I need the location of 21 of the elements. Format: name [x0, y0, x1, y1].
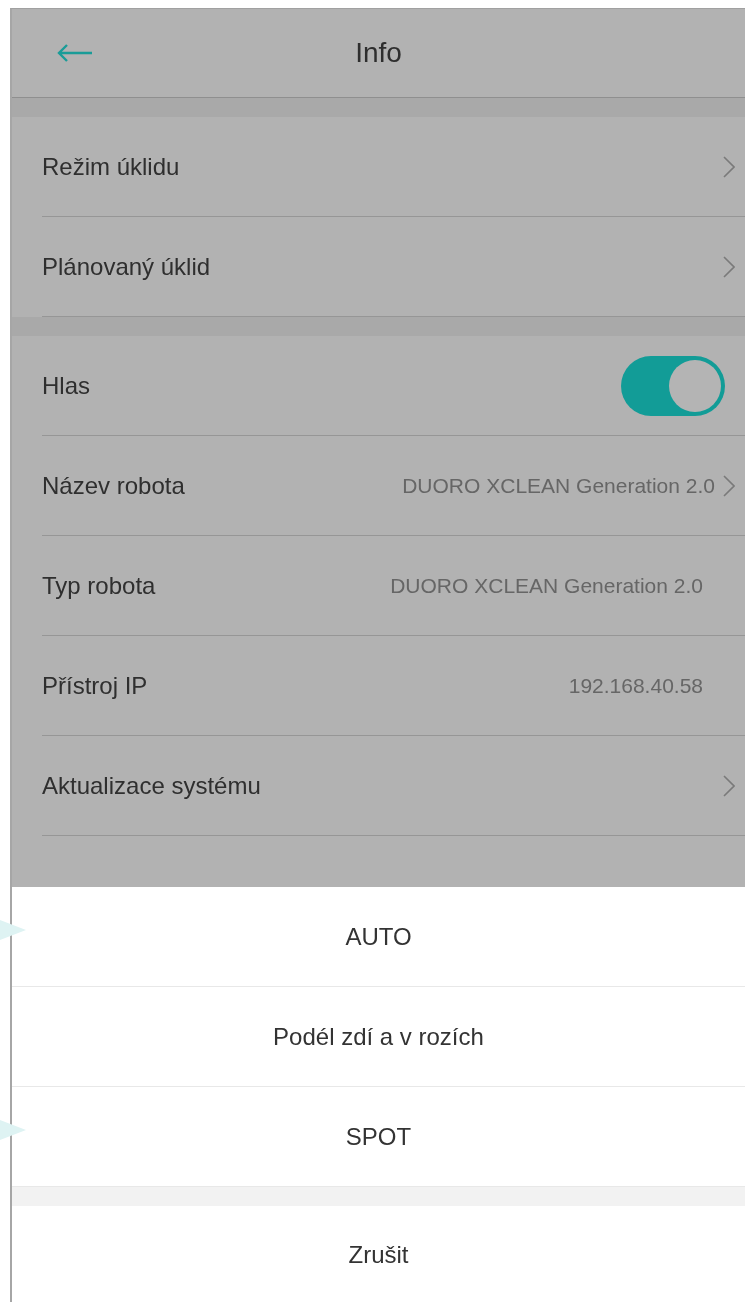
- row-label: Hlas: [42, 371, 91, 400]
- screen-title: Info: [355, 37, 402, 69]
- pointer-icon: [0, 1118, 26, 1142]
- chevron-icon: [723, 155, 735, 178]
- row-label: Aktualizace systému: [42, 771, 262, 800]
- row-value: 192.168.40.58: [568, 673, 703, 698]
- back-arrow-icon[interactable]: [56, 43, 94, 63]
- chevron-icon: [723, 774, 735, 797]
- row-label: Plánovaný úklid: [42, 252, 212, 281]
- row-label: Název robota: [42, 471, 186, 500]
- pointer-icon: [0, 918, 26, 942]
- row-label: Přístroj IP: [42, 671, 149, 700]
- settings-row[interactable]: Název robota DUORO XCLEAN Generation 2.0: [42, 436, 745, 536]
- row-value: DUORO XCLEAN Generation 2.0: [402, 473, 715, 498]
- row-label: Typ robota: [42, 571, 157, 600]
- settings-row[interactable]: Režim úklidu: [42, 117, 745, 217]
- row-value: DUORO XCLEAN Generation 2.0: [390, 573, 703, 598]
- row-label: Režim úklidu: [42, 152, 181, 181]
- chevron-icon: [723, 474, 735, 497]
- settings-row[interactable]: Aktualizace systému: [42, 736, 745, 836]
- chevron-icon: [723, 255, 735, 278]
